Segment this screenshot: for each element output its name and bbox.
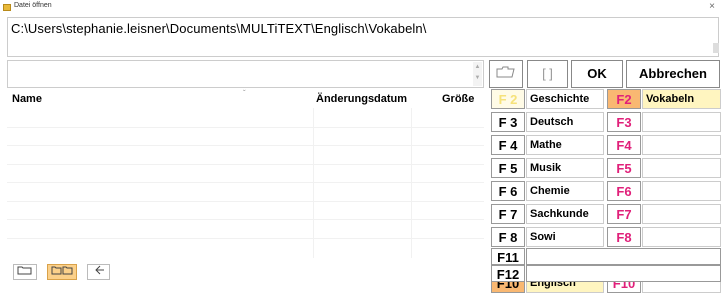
fkey-label[interactable]: Geschichte: [526, 89, 604, 109]
fkey-label[interactable]: Deutsch: [526, 112, 604, 132]
fkey-button[interactable]: F 4: [491, 135, 525, 155]
path-text: C:\Users\stephanie.leisner\Documents\MUL…: [11, 21, 427, 36]
fkey-label[interactable]: Sachkunde: [526, 204, 604, 224]
fkey-label[interactable]: Chemie: [526, 181, 604, 201]
list-row-divider: [7, 145, 484, 146]
ok-button[interactable]: OK: [571, 60, 623, 88]
fkey-button[interactable]: F11: [491, 248, 525, 265]
close-button[interactable]: ×: [709, 1, 715, 12]
fkey-button[interactable]: F 2: [491, 89, 525, 109]
path-scrollbar[interactable]: [713, 19, 719, 55]
fkey-label[interactable]: Mathe: [526, 135, 604, 155]
list-row-divider: [7, 219, 484, 220]
list-row-divider: [7, 163, 484, 165]
window-title: Datei öffnen: [14, 2, 52, 9]
fkey-label[interactable]: [642, 112, 721, 132]
fkey-button[interactable]: F2: [607, 89, 641, 109]
fkey-button[interactable]: F12: [491, 265, 525, 282]
list-row-divider: [7, 237, 484, 239]
fkey-label[interactable]: [526, 265, 721, 282]
column-header-size[interactable]: Größe: [442, 93, 474, 105]
list-column-divider: [411, 108, 412, 258]
fkey-button[interactable]: F 3: [491, 112, 525, 132]
fkey-label[interactable]: Vokabeln: [642, 89, 721, 109]
fkey-button[interactable]: F 5: [491, 158, 525, 178]
fkey-button[interactable]: F4: [607, 135, 641, 155]
filename-input[interactable]: [7, 60, 484, 88]
fkey-button[interactable]: F5: [607, 158, 641, 178]
fkey-button[interactable]: F3: [607, 112, 641, 132]
app-icon: [3, 4, 11, 11]
fkey-label[interactable]: [642, 158, 721, 178]
scroll-thumb[interactable]: [713, 43, 719, 53]
list-row-divider: [7, 182, 484, 183]
fkey-label[interactable]: Musik: [526, 158, 604, 178]
folder-icon[interactable]: [13, 264, 37, 280]
title-bar: [0, 0, 721, 16]
filename-scrollbar[interactable]: ▲ ▼: [473, 62, 482, 86]
fkey-button[interactable]: F6: [607, 181, 641, 201]
list-row-divider: [7, 126, 484, 128]
sort-indicator: ˇ: [243, 89, 246, 98]
file-list[interactable]: [7, 108, 484, 258]
fkey-button[interactable]: F8: [607, 227, 641, 247]
fkey-label[interactable]: [526, 248, 721, 265]
list-column-divider: [313, 108, 314, 258]
open-folder-button[interactable]: [489, 60, 523, 88]
fkey-button[interactable]: F 8: [491, 227, 525, 247]
folders-icon[interactable]: [47, 264, 77, 280]
fkey-label[interactable]: Sowi: [526, 227, 604, 247]
fkey-label[interactable]: [642, 204, 721, 224]
fkey-label[interactable]: [642, 135, 721, 155]
list-row-divider: [7, 200, 484, 202]
cancel-button[interactable]: Abbrechen: [626, 60, 720, 88]
fkey-button[interactable]: F7: [607, 204, 641, 224]
column-header-date[interactable]: Änderungsdatum: [316, 93, 407, 105]
fkey-button[interactable]: F 7: [491, 204, 525, 224]
fkey-label[interactable]: [642, 181, 721, 201]
fkey-label[interactable]: [642, 227, 721, 247]
bracket-button[interactable]: [ ]: [527, 60, 568, 88]
column-header-name[interactable]: Name: [12, 93, 42, 105]
back-icon[interactable]: [87, 264, 110, 280]
fkey-button[interactable]: F 6: [491, 181, 525, 201]
